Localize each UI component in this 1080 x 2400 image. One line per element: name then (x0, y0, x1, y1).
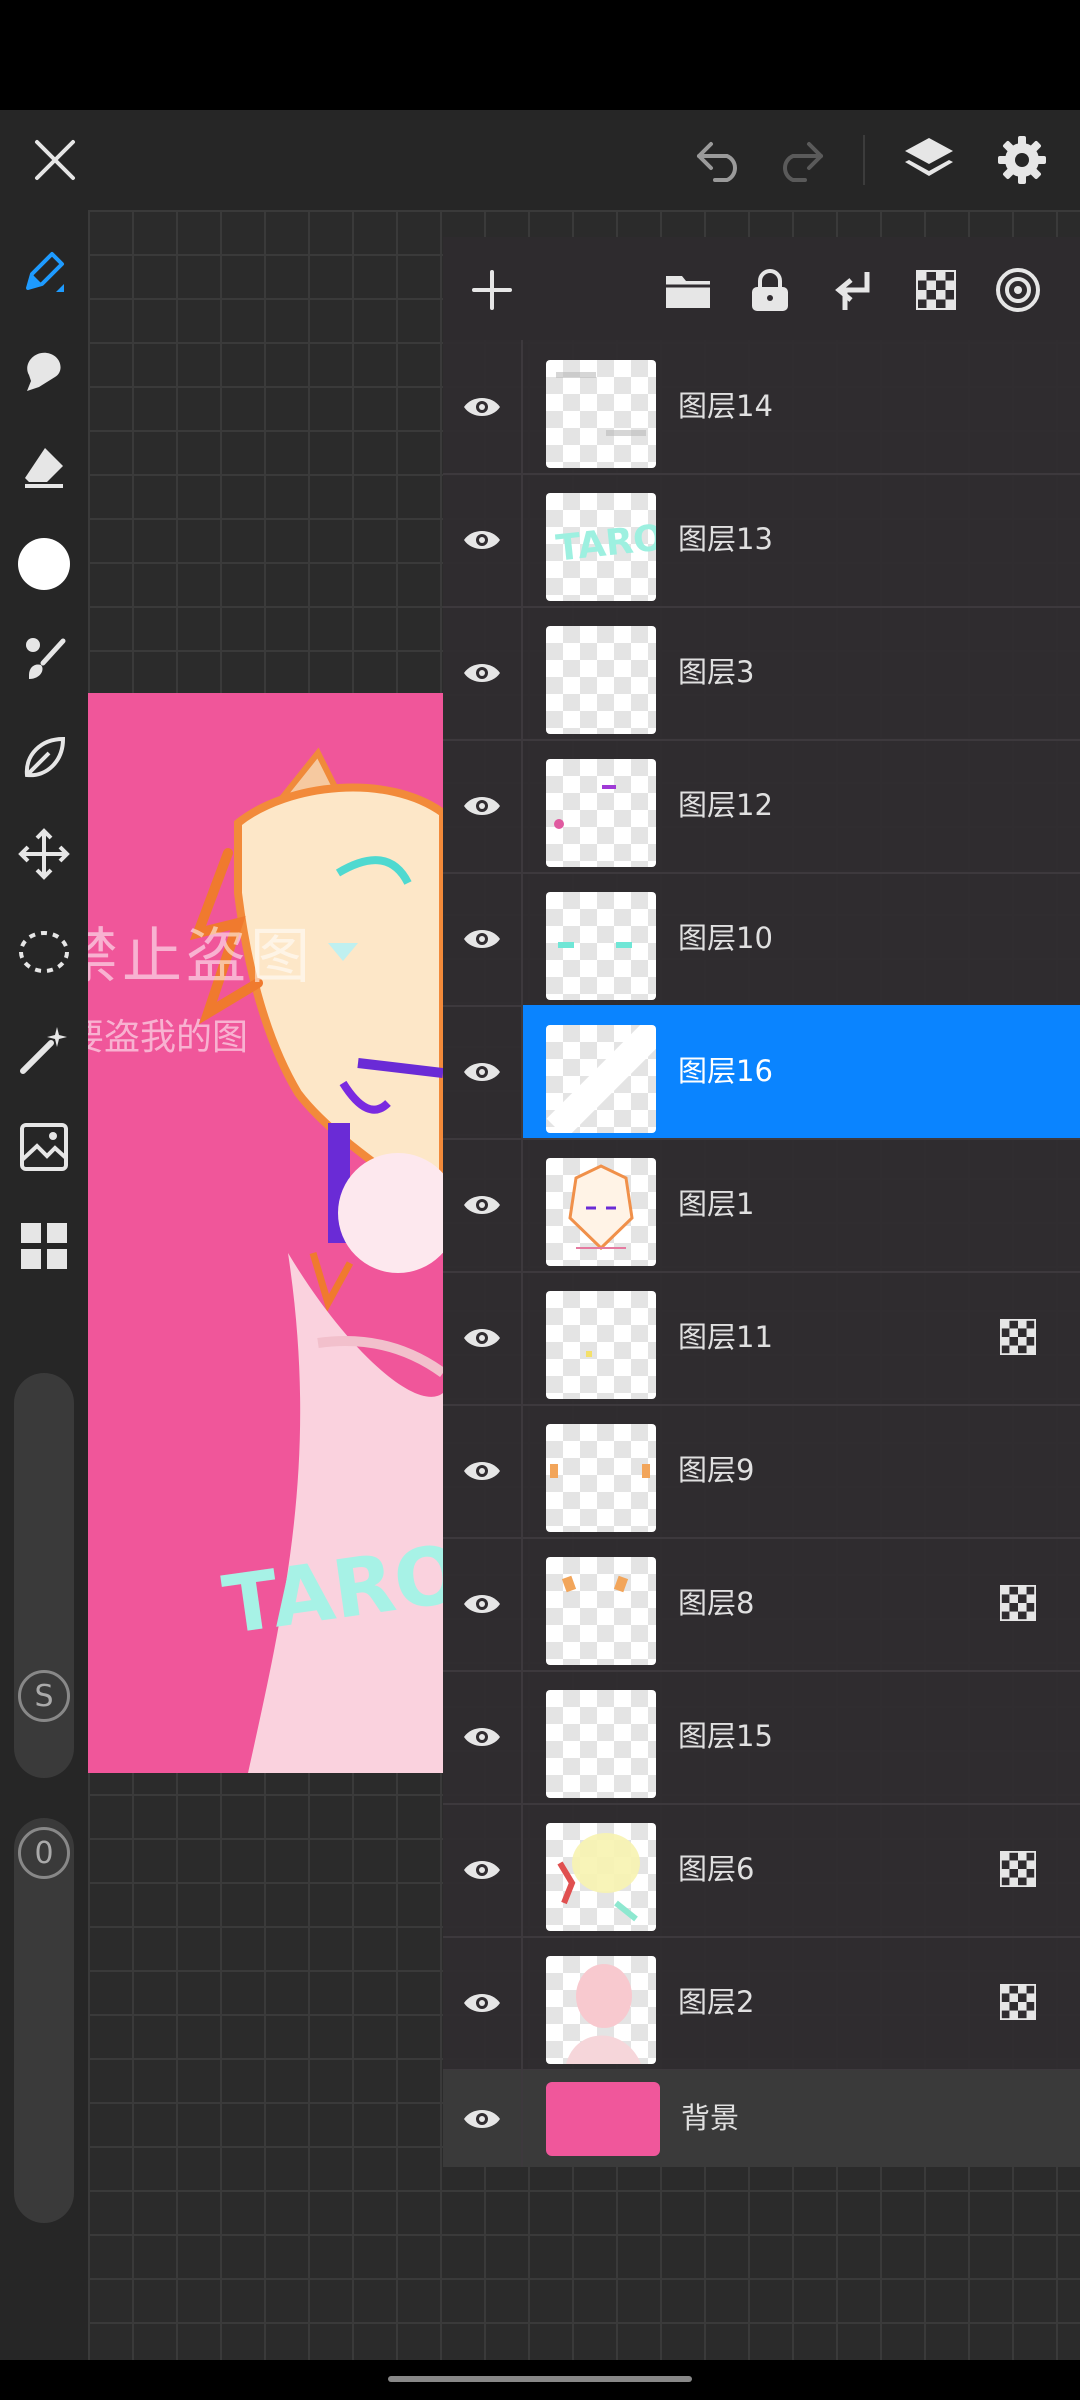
undo-icon[interactable] (675, 110, 765, 210)
layer-name: 图层2 (678, 1985, 755, 2019)
layer-thumbnail[interactable] (546, 1690, 656, 1798)
merge-down-icon[interactable] (818, 255, 888, 325)
background-layer-row[interactable]: 背景 (443, 2070, 1080, 2167)
divider (863, 135, 865, 185)
layer-thumbnail[interactable] (546, 1956, 656, 2064)
layer-row[interactable]: 图层11 (443, 1271, 1080, 1406)
layer-thumbnail[interactable] (546, 1557, 656, 1665)
selection-icon[interactable] (0, 912, 88, 992)
layer-thumbnail[interactable] (546, 1424, 656, 1532)
layer-row[interactable]: 图层12 (443, 739, 1080, 874)
visibility-eye-icon[interactable] (443, 1138, 523, 1271)
alpha-lock-indicator-icon[interactable] (1000, 1585, 1036, 1621)
redo-icon[interactable] (755, 110, 845, 210)
visibility-eye-icon[interactable] (443, 473, 523, 606)
blend-icon[interactable] (983, 255, 1053, 325)
add-layer-icon[interactable] (457, 255, 527, 325)
layer-thumbnail[interactable] (546, 1025, 656, 1133)
background-layer-name: 背景 (681, 2101, 740, 2135)
visibility-eye-icon[interactable] (443, 739, 523, 872)
layer-row[interactable]: 图层14 (443, 340, 1080, 475)
status-bar (0, 0, 1080, 110)
layer-thumbnail[interactable]: TARO (546, 493, 656, 601)
visibility-eye-icon[interactable] (443, 2070, 523, 2167)
visibility-eye-icon[interactable] (443, 606, 523, 739)
layer-thumbnail[interactable] (546, 1158, 656, 1266)
layer-row[interactable]: TARO 图层13 (443, 473, 1080, 608)
alpha-lock-indicator-icon[interactable] (1000, 1984, 1036, 2020)
visibility-eye-icon[interactable] (443, 1271, 523, 1404)
watermark-text-1: 禁止盗图 (88, 922, 314, 992)
alpha-lock-indicator-icon[interactable] (1000, 1319, 1036, 1355)
layer-row[interactable]: 图层3 (443, 606, 1080, 741)
layer-name: 图层8 (678, 1586, 755, 1620)
visibility-eye-icon[interactable] (443, 1936, 523, 2069)
close-icon[interactable] (10, 110, 100, 210)
alpha-lock-icon[interactable] (901, 255, 971, 325)
tool-sidebar: S 0 (0, 210, 88, 2360)
artwork-canvas[interactable]: 禁止盗图 要盗我的图 TARO (88, 693, 443, 1773)
layer-thumbnail[interactable] (546, 1823, 656, 1931)
layer-name: 图层13 (678, 522, 773, 556)
top-bar (0, 110, 1080, 210)
layer-row[interactable]: 图层1 (443, 1138, 1080, 1273)
layer-name: 图层12 (678, 788, 773, 822)
brush-icon[interactable] (0, 620, 88, 700)
visibility-eye-icon[interactable] (443, 1005, 523, 1138)
layer-row[interactable]: 图层9 (443, 1404, 1080, 1539)
pen-icon[interactable] (0, 232, 88, 312)
layer-thumbnail[interactable] (546, 1291, 656, 1399)
folder-icon[interactable] (653, 255, 723, 325)
alpha-lock-indicator-icon[interactable] (1000, 1851, 1036, 1887)
visibility-eye-icon[interactable] (443, 1803, 523, 1936)
watermark-text-2: 要盗我的图 (88, 1017, 249, 1058)
layer-row[interactable]: 图层10 (443, 872, 1080, 1007)
transform-icon[interactable] (0, 814, 88, 894)
lock-icon[interactable] (735, 255, 805, 325)
layer-name: 图层14 (678, 389, 773, 423)
visibility-eye-icon[interactable] (443, 1404, 523, 1537)
layer-name: 图层3 (678, 655, 755, 689)
layer-row[interactable]: 图层16 (443, 1005, 1080, 1140)
layers-icon[interactable] (884, 110, 974, 210)
gallery-icon[interactable] (0, 1206, 88, 1286)
layer-name: 图层6 (678, 1852, 755, 1886)
layers-panel: 图层14 TARO 图层13 图层3 图层12 图层10 图层16 图层1 图层11 图层9 图层8… (443, 237, 1080, 2167)
eraser-icon[interactable] (0, 427, 88, 507)
layer-name: 图层10 (678, 921, 773, 955)
settings-icon[interactable] (977, 110, 1067, 210)
magic-wand-icon[interactable] (0, 1010, 88, 1090)
layers-toolbar (443, 237, 1080, 340)
visibility-eye-icon[interactable] (443, 872, 523, 1005)
layer-thumbnail[interactable] (546, 759, 656, 867)
layer-row[interactable]: 图层6 (443, 1803, 1080, 1938)
layer-thumbnail[interactable] (546, 360, 656, 468)
visibility-eye-icon[interactable] (443, 340, 523, 473)
layer-name: 图层15 (678, 1719, 773, 1753)
smudge-icon[interactable] (0, 330, 88, 410)
background-color-swatch[interactable] (546, 2082, 660, 2156)
opacity-badge: 0 (18, 1827, 70, 1879)
image-adjust-icon[interactable] (0, 1107, 88, 1187)
home-indicator[interactable] (388, 2376, 692, 2382)
brush-size-badge: S (18, 1670, 70, 1722)
layer-thumbnail[interactable] (546, 892, 656, 1000)
layer-name: 图层16 (678, 1054, 773, 1088)
layer-name: 图层9 (678, 1453, 755, 1487)
layer-thumbnail[interactable] (546, 626, 656, 734)
layer-name: 图层1 (678, 1187, 755, 1221)
lasso-shape-icon[interactable] (0, 718, 88, 798)
visibility-eye-icon[interactable] (443, 1537, 523, 1670)
layer-row[interactable]: 图层2 (443, 1936, 1080, 2071)
color-icon[interactable] (0, 524, 88, 604)
visibility-eye-icon[interactable] (443, 1670, 523, 1803)
layer-row[interactable]: 图层15 (443, 1670, 1080, 1805)
layer-name: 图层11 (678, 1320, 773, 1354)
layer-row[interactable]: 图层8 (443, 1537, 1080, 1672)
